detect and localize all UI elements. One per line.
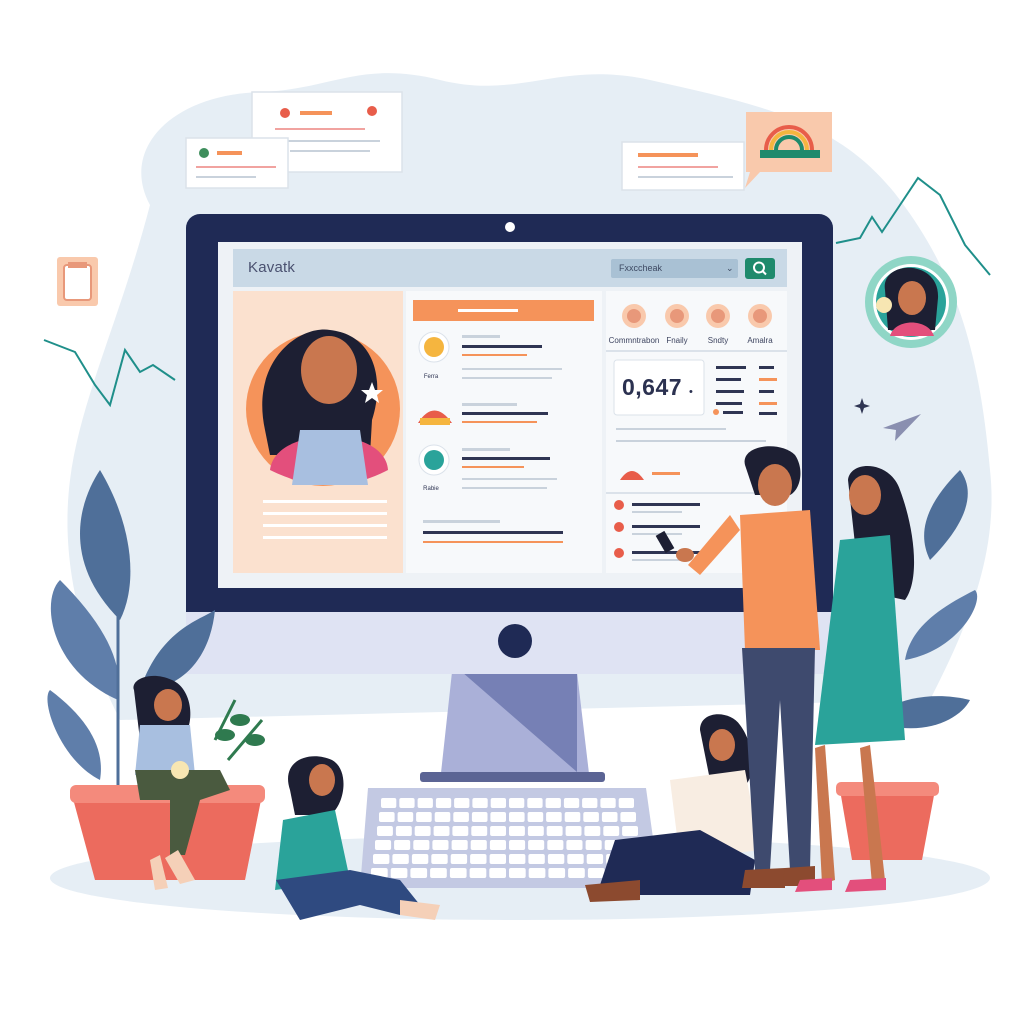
keyboard-key	[470, 840, 487, 850]
keyboard-key	[450, 854, 468, 864]
keyboard-key	[586, 854, 604, 864]
keyboard-key	[509, 798, 525, 808]
keyboard-key	[430, 868, 447, 878]
keyboard-key	[568, 868, 585, 878]
keyboard-key	[587, 868, 605, 878]
jar-icon	[57, 257, 98, 306]
keyboard-key	[527, 826, 544, 836]
floating-card-3	[621, 141, 745, 191]
keyboard-key	[411, 854, 429, 864]
keyboard-key	[381, 798, 397, 808]
search-button[interactable]	[745, 258, 775, 279]
keyboard-key	[546, 812, 562, 822]
keyboard-key	[471, 826, 488, 836]
stat-value: 0,647 •	[622, 374, 693, 401]
keyboard-key	[392, 854, 409, 864]
keyboard-key	[509, 812, 525, 822]
keyboard-key	[509, 854, 526, 864]
keyboard-key	[472, 798, 488, 808]
keyboard-key	[490, 812, 506, 822]
keyboard-key	[509, 868, 526, 878]
keyboard-key	[548, 868, 566, 878]
keyboard-key	[620, 812, 636, 822]
stat-number: 0,647	[622, 374, 683, 400]
keyboard-key	[585, 840, 602, 850]
keyboard-key	[433, 826, 450, 836]
keyboard-key	[582, 798, 598, 808]
keyboard-key	[410, 868, 428, 878]
keyboard-key	[399, 798, 415, 808]
keyboard-key	[509, 840, 526, 850]
keyboard-key	[489, 868, 506, 878]
keyboard-key	[566, 840, 583, 850]
keyboard-key	[546, 826, 563, 836]
keyboard-key	[528, 840, 545, 850]
keyboard-key	[435, 798, 452, 808]
keyboard-key	[601, 812, 618, 822]
keyboard-key	[449, 868, 467, 878]
keyboard-key	[454, 798, 470, 808]
search-input[interactable]: Fxxccheak	[611, 259, 738, 278]
keyboard-key	[565, 826, 582, 836]
keyboard-key	[547, 840, 564, 850]
keyboard-key	[622, 826, 638, 836]
keyboard-key	[379, 812, 395, 822]
illustration-scene	[43, 73, 992, 920]
keyboard-key	[471, 812, 488, 822]
keyboard-key	[490, 798, 506, 808]
keyboard-key	[417, 798, 433, 808]
keyboard-key	[395, 826, 412, 836]
category-label-3[interactable]: Amalra	[730, 336, 790, 345]
keyboard-key	[567, 854, 584, 864]
keyboard-key	[600, 798, 616, 808]
keyboard-key	[528, 868, 546, 878]
keyboard-key	[527, 798, 543, 808]
keyboard-key	[584, 826, 601, 836]
keyboard-key	[432, 840, 449, 850]
chevron-down-icon[interactable]: ⌄	[726, 263, 734, 274]
keyboard-key	[451, 840, 468, 850]
profile-bubble	[865, 256, 957, 348]
keyboard-key	[397, 812, 414, 822]
app-title: Kavatk	[248, 259, 296, 276]
keyboard-key	[434, 812, 451, 822]
keyboard-key	[489, 840, 506, 850]
floating-card-2	[185, 137, 289, 189]
keyboard-key	[490, 826, 506, 836]
keyboard-key	[390, 868, 408, 878]
keyboard-key	[413, 840, 430, 850]
keyboard-key	[375, 840, 392, 850]
keyboard-key	[394, 840, 411, 850]
keyboard-key	[509, 826, 525, 836]
keyboard-key	[431, 854, 448, 864]
keyboard-key	[547, 854, 565, 864]
keyboard-key	[470, 854, 487, 864]
keyboard-key	[583, 812, 599, 822]
keyboard-key	[528, 854, 545, 864]
keyboard-key	[618, 798, 634, 808]
keyboard-key	[489, 854, 506, 864]
search-icon	[753, 261, 767, 276]
keyboard-key	[453, 812, 469, 822]
keyboard-key	[452, 826, 469, 836]
keyboard-key	[377, 826, 393, 836]
keyboard-key	[563, 798, 580, 808]
keyboard-key	[469, 868, 487, 878]
keyboard-key	[564, 812, 581, 822]
feed-caption-0: Ferra	[423, 374, 439, 380]
feed-caption-1: Rabie	[423, 486, 439, 492]
keyboard-key	[416, 812, 432, 822]
keyboard-key	[603, 826, 620, 836]
keyboard-key	[545, 798, 561, 808]
keyboard-key	[414, 826, 431, 836]
stat-suffix: •	[688, 386, 694, 398]
keyboard-key	[373, 854, 390, 864]
keyboard-key	[527, 812, 544, 822]
